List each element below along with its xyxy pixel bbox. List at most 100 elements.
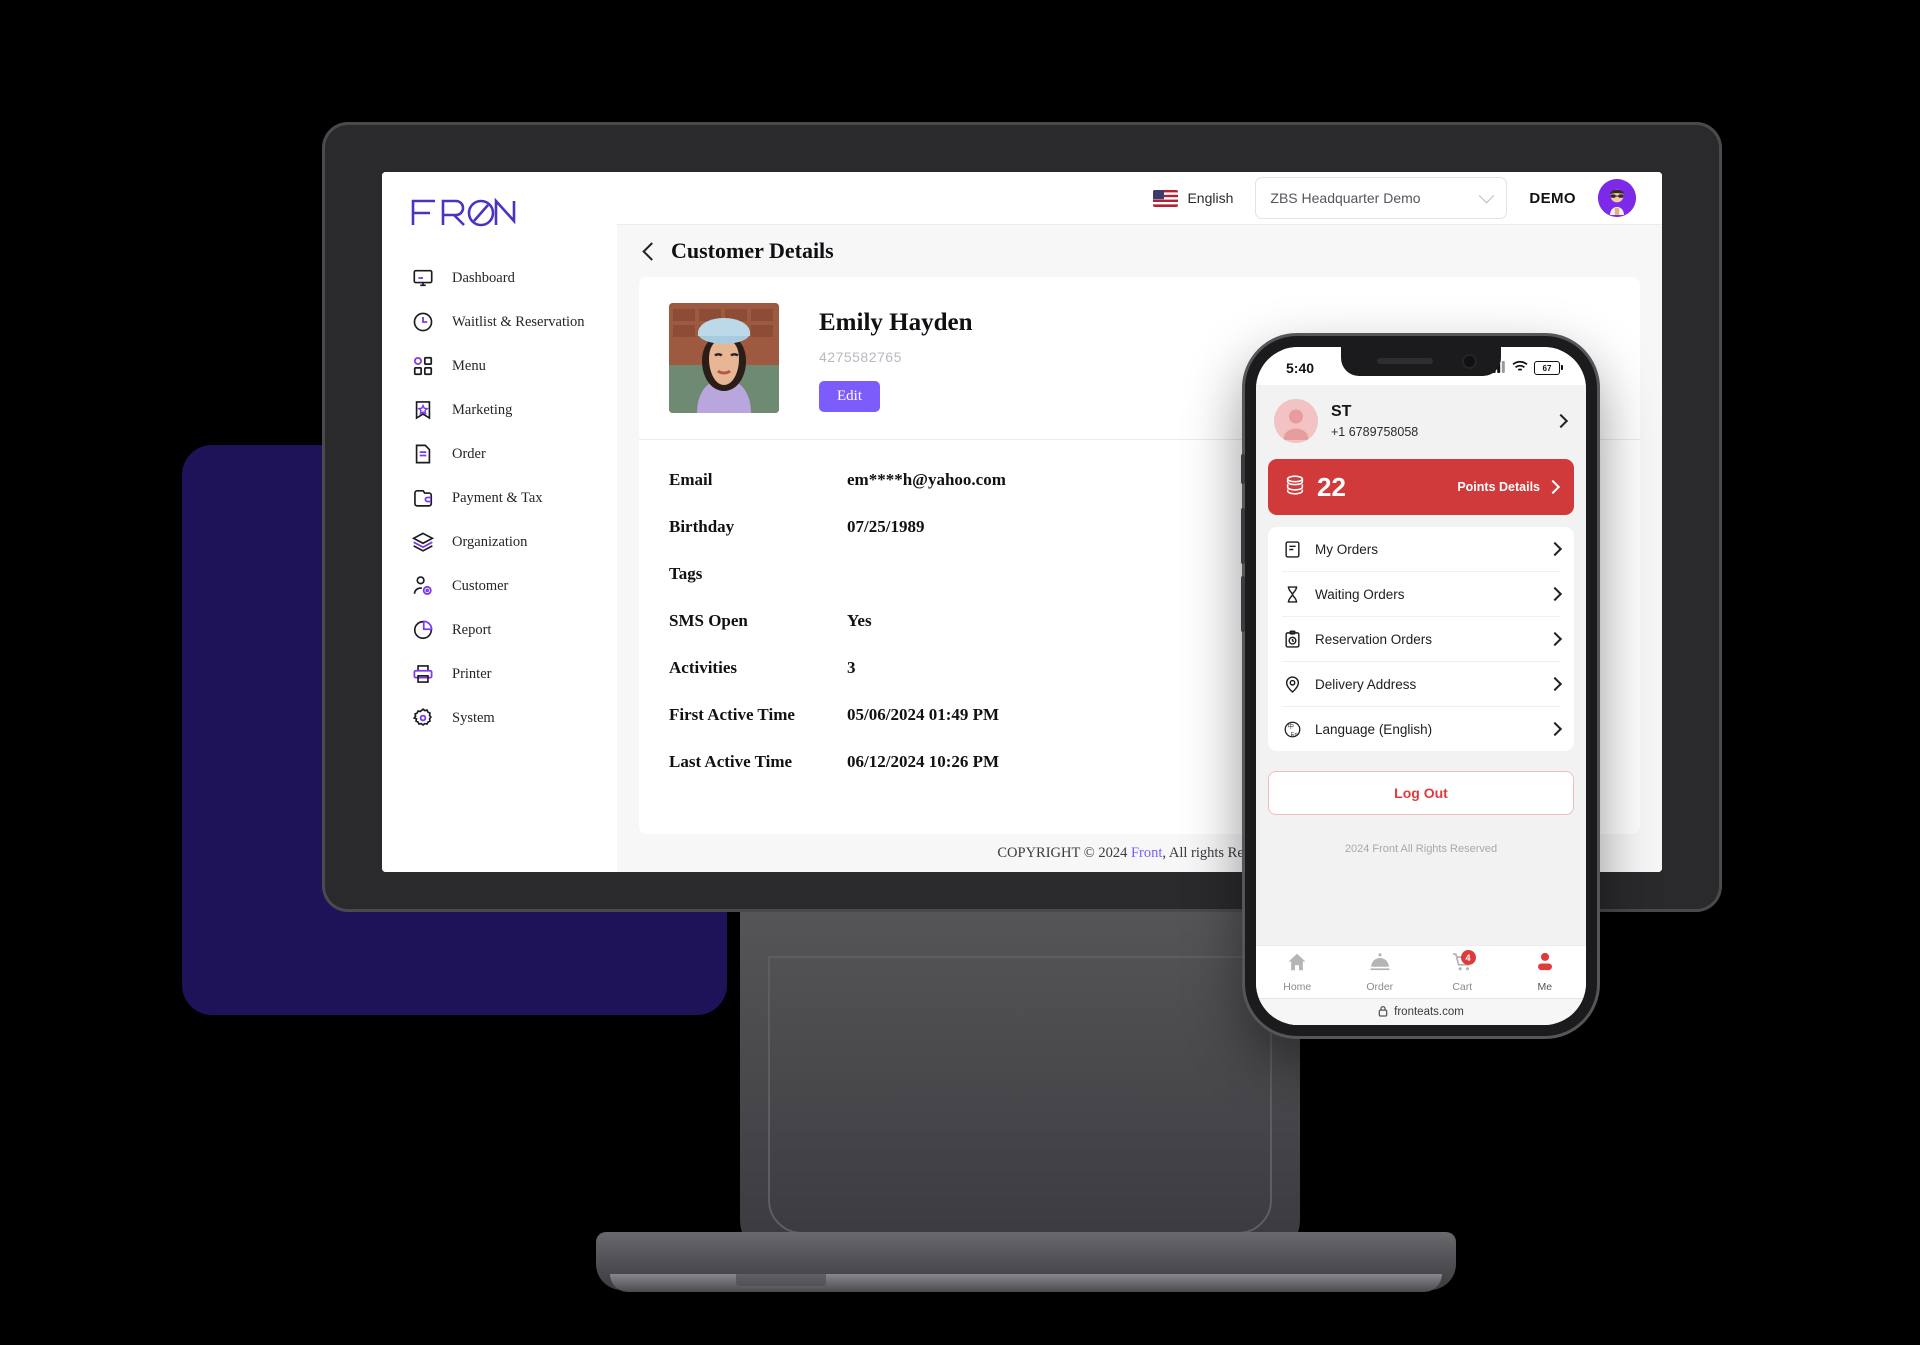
front-logo-icon	[411, 198, 516, 227]
status-time: 5:40	[1286, 360, 1315, 376]
menu-item-delivery-address[interactable]: Delivery Address	[1282, 662, 1563, 707]
phone-user-row[interactable]: ST +1 6789758058	[1268, 385, 1574, 459]
lock-icon	[1378, 1005, 1388, 1020]
tab-label: Cart	[1452, 981, 1473, 993]
sidebar-item-report[interactable]: Report	[382, 608, 617, 652]
phone-volume-down-button	[1241, 576, 1245, 632]
person-icon	[1534, 951, 1556, 978]
clock-icon	[410, 309, 436, 335]
field-key: Birthday	[669, 517, 735, 536]
phone-user-name: ST	[1331, 403, 1352, 420]
points-value: 22	[1317, 471, 1346, 502]
logout-button[interactable]: Log Out	[1268, 771, 1574, 815]
us-flag-icon	[1153, 189, 1179, 207]
organization-value: ZBS Headquarter Demo	[1270, 190, 1421, 206]
language-switcher[interactable]: English	[1153, 189, 1233, 207]
sidebar-nav: Dashboard Waitlist & Reservation Menu Ma…	[382, 256, 617, 740]
sidebar-item-order[interactable]: Order	[382, 432, 617, 476]
layers-icon	[410, 529, 436, 555]
gear-icon	[410, 705, 436, 731]
points-banner[interactable]: 22 Points Details	[1268, 459, 1574, 515]
map-pin-icon	[1282, 674, 1302, 694]
mobile-phone-mockup: 5:40 67 ST +1 6789758058 22 Points Detai…	[1241, 336, 1597, 1036]
sidebar-item-label: Report	[452, 621, 492, 638]
dish-cover-icon	[1369, 951, 1391, 978]
tab-label: Home	[1283, 981, 1312, 993]
sidebar-item-dashboard[interactable]: Dashboard	[382, 256, 617, 300]
menu-item-label: Delivery Address	[1315, 676, 1417, 692]
sidebar-item-marketing[interactable]: Marketing	[382, 388, 617, 432]
tab-home[interactable]: Home	[1256, 946, 1339, 998]
sidebar-item-menu[interactable]: Menu	[382, 344, 617, 388]
monitor-stand-logo	[736, 1272, 826, 1286]
phone-user-info: ST +1 6789758058	[1331, 403, 1543, 439]
orders-icon	[1282, 539, 1302, 559]
phone-menu-card: My Orders Waiting Orders Reservation Ord…	[1268, 527, 1574, 751]
tab-label: Order	[1366, 981, 1394, 993]
menu-item-label: Language (English)	[1315, 721, 1433, 737]
coins-icon	[1284, 474, 1306, 501]
chevron-right-icon	[1547, 586, 1563, 602]
user-name: DEMO	[1529, 189, 1576, 207]
hourglass-icon	[1282, 584, 1302, 604]
brand-logo[interactable]	[382, 182, 617, 228]
sidebar-item-organization[interactable]: Organization	[382, 520, 617, 564]
phone-speaker	[1377, 358, 1433, 364]
field-value: Yes	[847, 611, 872, 630]
phone-mute-button	[1241, 454, 1245, 484]
user-tag-icon	[410, 573, 436, 599]
avatar[interactable]	[1598, 179, 1636, 217]
phone-screen: 5:40 67 ST +1 6789758058 22 Points Detai…	[1256, 347, 1586, 1025]
front-link[interactable]: Front	[1131, 845, 1162, 862]
phone-body: ST +1 6789758058 22 Points Details My Or…	[1256, 385, 1586, 945]
field-value: 3	[847, 658, 856, 677]
organization-select[interactable]: ZBS Headquarter Demo	[1255, 177, 1508, 219]
sidebar-item-printer[interactable]: Printer	[382, 652, 617, 696]
sidebar-item-waitlist-reservation[interactable]: Waitlist & Reservation	[382, 300, 617, 344]
edit-button[interactable]: Edit	[819, 381, 880, 412]
phone-camera	[1464, 356, 1475, 367]
sidebar-item-payment-tax[interactable]: Payment & Tax	[382, 476, 617, 520]
sidebar-item-label: Payment & Tax	[452, 489, 543, 506]
document-icon	[410, 441, 436, 467]
home-icon	[1286, 951, 1308, 978]
translate-icon: 中 En	[1282, 719, 1302, 739]
clipboard-clock-icon	[1282, 629, 1302, 649]
menu-item-label: Waiting Orders	[1315, 586, 1405, 602]
browser-url-bar[interactable]: fronteats.com	[1256, 998, 1586, 1025]
battery-icon: 67	[1534, 361, 1563, 375]
sidebar: Dashboard Waitlist & Reservation Menu Ma…	[382, 172, 617, 872]
sidebar-item-customer[interactable]: Customer	[382, 564, 617, 608]
points-details-link[interactable]: Points Details	[1457, 479, 1561, 495]
menu-item-label: My Orders	[1315, 541, 1379, 557]
phone-copyright: 2024 Front All Rights Reserved	[1344, 843, 1498, 855]
tab-order[interactable]: Order	[1339, 946, 1422, 998]
sidebar-item-label: Waitlist & Reservation	[452, 313, 585, 330]
field-value: 06/12/2024 10:26 PM	[847, 752, 1000, 771]
sidebar-item-label: Customer	[452, 577, 509, 594]
bookmark-star-icon	[410, 397, 436, 423]
customer-name: Emily Hayden	[819, 309, 973, 336]
monitor-stand-base-lip	[610, 1274, 1442, 1292]
tab-cart[interactable]: 4 Cart	[1421, 946, 1504, 998]
chevron-left-icon[interactable]	[642, 241, 661, 261]
menu-item-my-orders[interactable]: My Orders	[1282, 527, 1563, 572]
top-bar: English ZBS Headquarter Demo DEMO	[617, 172, 1662, 225]
sidebar-item-label: Marketing	[452, 401, 513, 418]
sidebar-item-system[interactable]: System	[382, 696, 617, 740]
menu-item-reservation-orders[interactable]: Reservation Orders	[1282, 617, 1563, 662]
field-key: Email	[669, 470, 713, 489]
cart-badge: 4	[1460, 950, 1476, 965]
chevron-right-icon	[1553, 413, 1569, 429]
points-details-label: Points Details	[1457, 480, 1540, 494]
menu-item-waiting-orders[interactable]: Waiting Orders	[1282, 572, 1563, 617]
field-value: em****h@yahoo.com	[847, 470, 1006, 489]
tab-label: Me	[1537, 981, 1553, 993]
tab-me[interactable]: Me	[1504, 946, 1587, 998]
battery-level: 67	[1542, 363, 1552, 373]
menu-item-language[interactable]: 中 En Language (English)	[1282, 707, 1563, 751]
grid-icon	[410, 353, 436, 379]
monitor-icon	[410, 265, 436, 291]
chevron-down-icon	[1479, 187, 1495, 203]
customer-id: 4275582765	[819, 349, 902, 365]
